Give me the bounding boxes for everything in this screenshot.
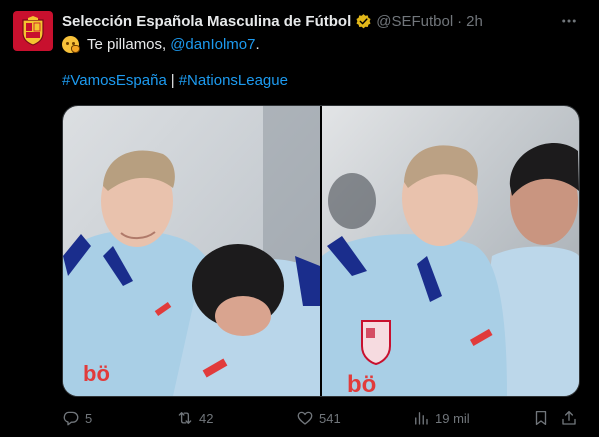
more-dots-icon[interactable] [557,9,581,33]
retweet-button[interactable]: 42 [176,409,213,427]
bookmark-icon [535,410,547,426]
hashtag-separator: | [170,72,175,89]
media-gallery: bö bö [62,105,580,397]
tweet[interactable]: Selección Española Masculina de Fútbol @… [0,0,599,437]
like-count: 541 [319,410,341,426]
mention-link[interactable]: @danIolmo7 [170,36,255,53]
bookmark-button[interactable] [532,409,550,427]
svg-text:bö: bö [83,361,110,386]
reply-count: 5 [85,410,93,426]
views-chart-icon [415,412,428,425]
hashtags: #VamosEspaña | #NationsLeague [62,72,288,89]
like-button[interactable]: 541 [296,409,341,427]
tweet-time[interactable]: 2h [466,13,483,30]
author-handle[interactable]: @SEFutbol [376,13,453,30]
views-count: 19 mil [435,410,470,426]
gold-check-icon [355,13,372,30]
share-icon [562,410,576,425]
photo-right[interactable]: bö [322,106,579,396]
tweet-text-end: . [255,35,260,53]
author-name[interactable]: Selección Española Masculina de Fútbol [62,13,351,30]
action-bar: 5 42 541 19 mil [62,404,582,432]
share-button[interactable] [560,409,578,427]
tweet-text: Te pillamos, @danIolmo7 . [62,33,260,55]
retweet-icon [178,412,192,424]
hand-over-mouth-emoji-icon [62,35,80,53]
avatar[interactable] [13,11,53,51]
hashtag-nations-league[interactable]: #NationsLeague [179,72,288,89]
tweet-text-main: Te pillamos, [87,35,167,53]
heart-icon [297,411,313,425]
spain-crest-icon [22,16,44,46]
reply-button[interactable]: 5 [62,409,92,427]
tweet-header: Selección Española Masculina de Fútbol @… [62,11,559,31]
views-button[interactable]: 19 mil [412,409,470,427]
reply-icon [63,411,79,426]
photo-left[interactable]: bö [63,106,320,396]
retweet-count: 42 [199,410,214,426]
svg-text:bö: bö [347,371,376,396]
hashtag-vamos-espana[interactable]: #VamosEspaña [62,72,167,89]
header-separator: · [457,12,463,30]
